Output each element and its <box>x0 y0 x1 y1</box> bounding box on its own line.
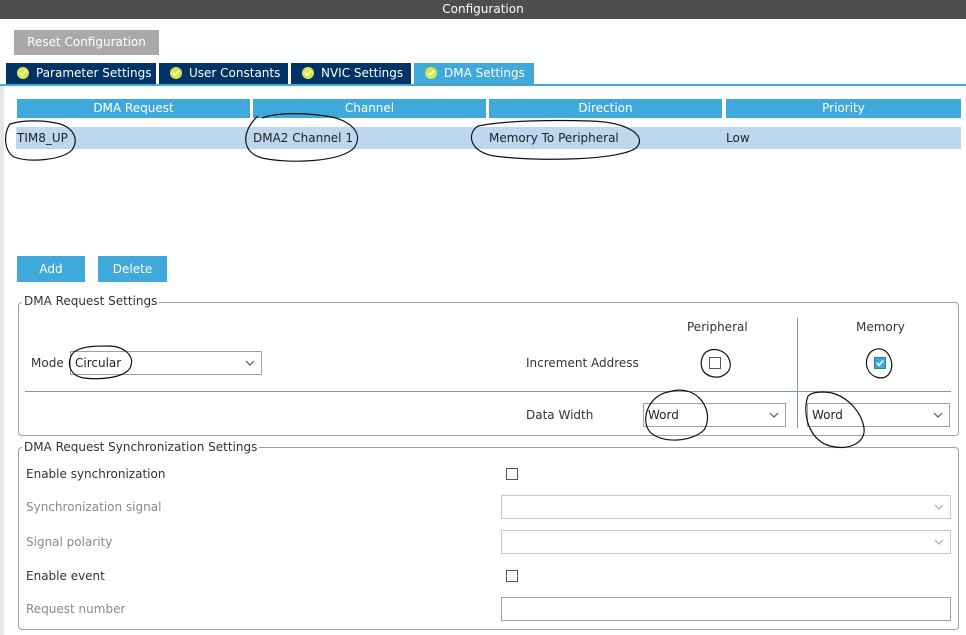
mode-select[interactable]: Circular <box>70 351 262 375</box>
dma-configuration-window: Configuration Reset Configuration Parame… <box>0 0 966 635</box>
column-divider <box>797 318 798 428</box>
column-header-dma-request[interactable]: DMA Request <box>17 99 250 118</box>
cell-priority: Low <box>726 131 750 145</box>
memory-data-width-select[interactable]: Word <box>807 403 950 427</box>
request-number-label: Request number <box>26 602 126 616</box>
cell-direction: Memory To Peripheral <box>489 131 619 145</box>
mode-value: Circular <box>75 356 122 370</box>
signal-polarity-select[interactable] <box>501 530 951 554</box>
column-header-channel[interactable]: Channel <box>253 99 486 118</box>
tab-nvic-settings[interactable]: NVIC Settings <box>291 63 411 84</box>
signal-polarity-label: Signal polarity <box>26 535 113 549</box>
mode-label: Mode <box>31 356 64 370</box>
column-header-direction[interactable]: Direction <box>489 99 722 118</box>
check-circle-icon <box>17 67 29 79</box>
peripheral-width-value: Word <box>648 408 679 422</box>
group-legend: DMA Request Settings <box>22 294 160 308</box>
check-circle-icon <box>170 67 182 79</box>
check-circle-icon <box>302 67 314 79</box>
left-border <box>0 86 4 635</box>
cell-channel: DMA2 Channel 1 <box>253 131 353 145</box>
chevron-down-icon <box>769 412 779 418</box>
enable-event-checkbox[interactable] <box>506 570 518 582</box>
request-number-input[interactable] <box>501 597 951 621</box>
sync-signal-select[interactable] <box>501 495 951 519</box>
tab-label: NVIC Settings <box>321 66 404 80</box>
peripheral-increment-checkbox[interactable] <box>709 357 721 369</box>
reset-configuration-button[interactable]: Reset Configuration <box>14 30 159 55</box>
cell-dma-request: TIM8_UP <box>17 131 68 145</box>
tab-parameter-settings[interactable]: Parameter Settings <box>6 63 156 84</box>
window-title: Configuration <box>0 0 966 19</box>
memory-increment-checkbox[interactable] <box>874 357 886 369</box>
group-legend: DMA Request Synchronization Settings <box>22 440 260 454</box>
checkmark-icon <box>876 359 884 367</box>
chevron-down-icon <box>934 539 944 545</box>
delete-button[interactable]: Delete <box>98 256 167 282</box>
memory-width-value: Word <box>812 408 843 422</box>
table-row[interactable]: TIM8_UP DMA2 Channel 1 Memory To Periphe… <box>16 127 961 149</box>
enable-event-label: Enable event <box>26 569 105 583</box>
enable-sync-checkbox[interactable] <box>506 468 518 480</box>
tab-dma-settings[interactable]: DMA Settings <box>414 63 534 84</box>
tab-label: Parameter Settings <box>36 66 152 80</box>
column-header-priority[interactable]: Priority <box>726 99 961 118</box>
tab-label: DMA Settings <box>444 66 525 80</box>
add-button[interactable]: Add <box>17 256 85 282</box>
sync-signal-label: Synchronization signal <box>26 500 162 514</box>
tab-underline <box>0 84 966 86</box>
peripheral-header: Peripheral <box>687 320 748 334</box>
data-width-label: Data Width <box>526 408 594 422</box>
chevron-down-icon <box>933 412 943 418</box>
tab-user-constants[interactable]: User Constants <box>159 63 288 84</box>
peripheral-data-width-select[interactable]: Word <box>643 403 786 427</box>
increment-address-label: Increment Address <box>526 356 639 370</box>
check-circle-icon <box>425 67 437 79</box>
chevron-down-icon <box>245 360 255 366</box>
settings-tab-bar: Parameter Settings User Constants NVIC S… <box>0 63 966 86</box>
enable-sync-label: Enable synchronization <box>26 467 166 481</box>
divider <box>25 391 951 392</box>
memory-header: Memory <box>856 320 905 334</box>
chevron-down-icon <box>934 504 944 510</box>
tab-label: User Constants <box>189 66 281 80</box>
